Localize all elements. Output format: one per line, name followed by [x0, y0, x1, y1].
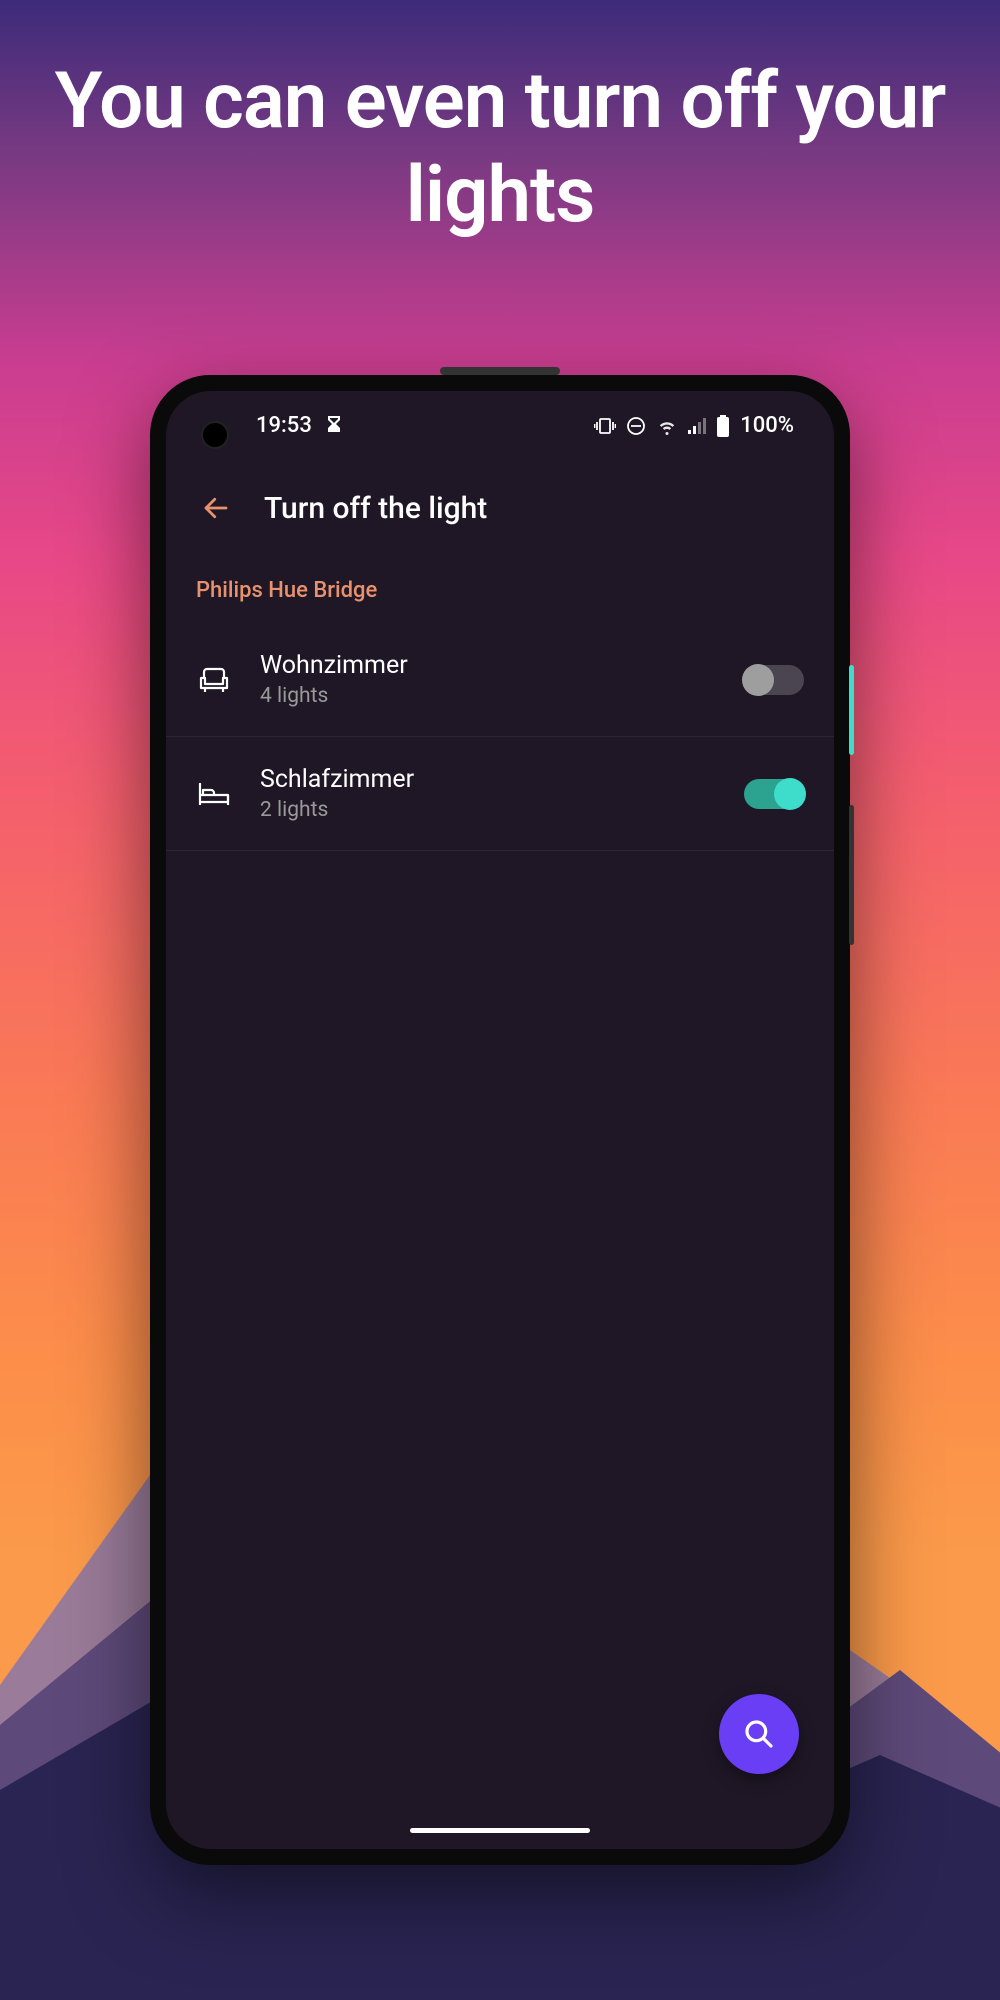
phone-volume-button	[849, 805, 854, 945]
wifi-icon	[656, 417, 678, 435]
section-header: Philips Hue Bridge	[166, 548, 834, 623]
phone-power-button	[849, 665, 854, 755]
phone-frame: 19:53	[150, 375, 850, 1865]
status-bar: 19:53	[166, 391, 834, 438]
room-name: Schlafzimmer	[260, 765, 716, 794]
vibrate-icon	[594, 417, 616, 435]
signal-icon	[688, 418, 706, 434]
back-button[interactable]	[196, 488, 236, 528]
room-subtitle: 4 lights	[260, 684, 716, 708]
bed-icon	[196, 781, 232, 807]
arrow-left-icon	[201, 493, 231, 523]
battery-icon	[716, 415, 730, 437]
navigation-handle[interactable]	[410, 1828, 590, 1833]
room-item-schlafzimmer[interactable]: Schlafzimmer 2 lights	[166, 737, 834, 851]
app-bar: Turn off the light	[166, 438, 834, 548]
page-title: Turn off the light	[264, 491, 487, 526]
search-icon	[743, 1718, 775, 1750]
room-toggle-schlafzimmer[interactable]	[744, 779, 804, 809]
room-subtitle: 2 lights	[260, 798, 716, 822]
phone-camera	[201, 421, 229, 449]
phone-speaker	[440, 367, 560, 375]
sofa-icon	[196, 666, 232, 694]
hourglass-icon	[326, 416, 342, 436]
phone-screen: 19:53	[166, 391, 834, 1849]
room-toggle-wohnzimmer[interactable]	[744, 665, 804, 695]
room-item-wohnzimmer[interactable]: Wohnzimmer 4 lights	[166, 623, 834, 737]
status-time: 19:53	[256, 413, 312, 438]
dnd-icon	[626, 416, 646, 436]
search-fab[interactable]	[719, 1694, 799, 1774]
promo-headline: You can even turn off your lights	[0, 55, 1000, 242]
room-name: Wohnzimmer	[260, 651, 716, 680]
status-battery-percent: 100%	[740, 413, 794, 438]
